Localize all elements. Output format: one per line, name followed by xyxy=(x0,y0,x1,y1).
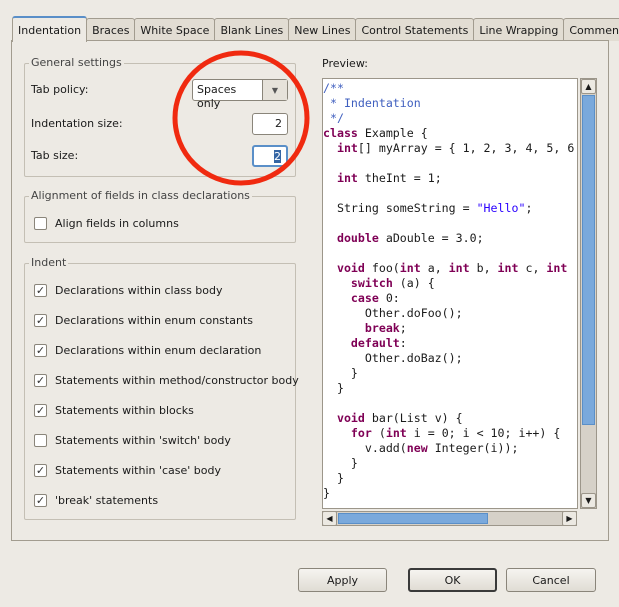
annotation-circle xyxy=(172,50,310,186)
apply-button[interactable]: Apply xyxy=(298,568,387,592)
red-ellipse xyxy=(172,50,310,186)
cancel-button[interactable]: Cancel xyxy=(506,568,596,592)
ok-button[interactable]: OK xyxy=(408,568,497,592)
tab-indentation[interactable]: Indentation xyxy=(12,16,88,42)
